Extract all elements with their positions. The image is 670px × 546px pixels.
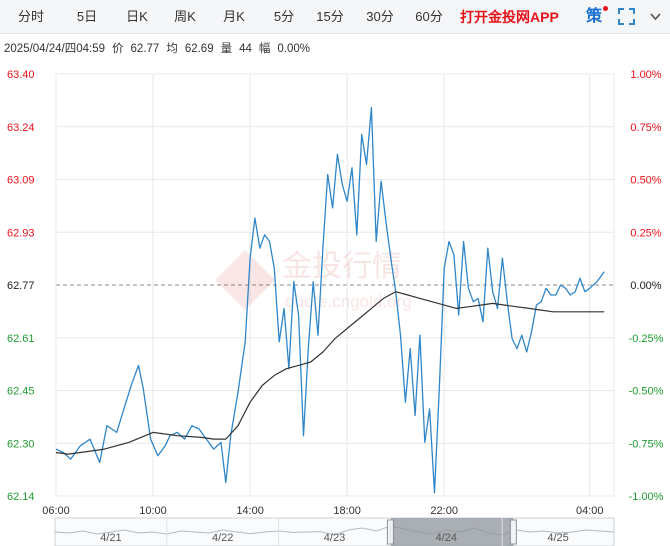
navigator-date-label: 4/21	[100, 532, 121, 544]
y-tick-left: 62.45	[7, 386, 35, 398]
y-tick-left: 62.61	[7, 333, 35, 345]
y-tick-left: 62.77	[7, 280, 35, 292]
y-tick-left: 62.14	[7, 491, 35, 503]
navigator-date-label: 4/22	[212, 532, 233, 544]
y-tick-left: 62.93	[7, 227, 35, 239]
price-chart[interactable]: 63.40 1.00% 63.24 0.75% 63.09 0.50% 62.93 0.25%…	[0, 0, 670, 546]
navigator-handle[interactable]	[509, 519, 517, 545]
y-tick-left: 63.24	[7, 122, 35, 134]
watermark-text: 金投行情	[282, 249, 402, 284]
y-tick-right: 0.25%	[630, 227, 661, 239]
y-tick-right: -0.50%	[629, 386, 664, 398]
y-tick-right: -0.75%	[629, 438, 664, 450]
plot-frame	[55, 73, 615, 497]
y-tick-right: 1.00%	[630, 69, 661, 81]
x-tick-label: 04:00	[576, 505, 604, 517]
y-tick-left: 62.30	[7, 438, 35, 450]
x-tick-label: 22:00	[430, 505, 458, 517]
watermark-logo-icon	[215, 250, 275, 310]
x-tick-label: 06:00	[42, 505, 70, 517]
y-tick-right: -1.00%	[629, 491, 664, 503]
watermark: 金投行情 quote.cngold.org	[215, 249, 412, 311]
navigator-date-label: 4/25	[547, 532, 568, 544]
y-tick-left: 63.09	[7, 175, 35, 187]
x-tick-label: 10:00	[139, 505, 167, 517]
y-tick-right: 0.00%	[630, 280, 661, 292]
y-tick-right: -0.25%	[629, 333, 664, 345]
range-navigator: 4/21 4/22 4/23 4/24 4/25	[54, 517, 615, 546]
y-tick-left: 63.40	[7, 69, 35, 81]
y-tick-right: 0.75%	[630, 122, 661, 134]
watermark-subtext: quote.cngold.org	[285, 292, 412, 311]
x-tick-label: 18:00	[333, 505, 361, 517]
y-tick-right: 0.50%	[630, 175, 661, 187]
average-series-line	[55, 291, 605, 455]
x-tick-label: 14:00	[236, 505, 264, 517]
navigator-date-label: 4/24	[436, 532, 457, 544]
navigator-date-label: 4/23	[324, 532, 345, 544]
